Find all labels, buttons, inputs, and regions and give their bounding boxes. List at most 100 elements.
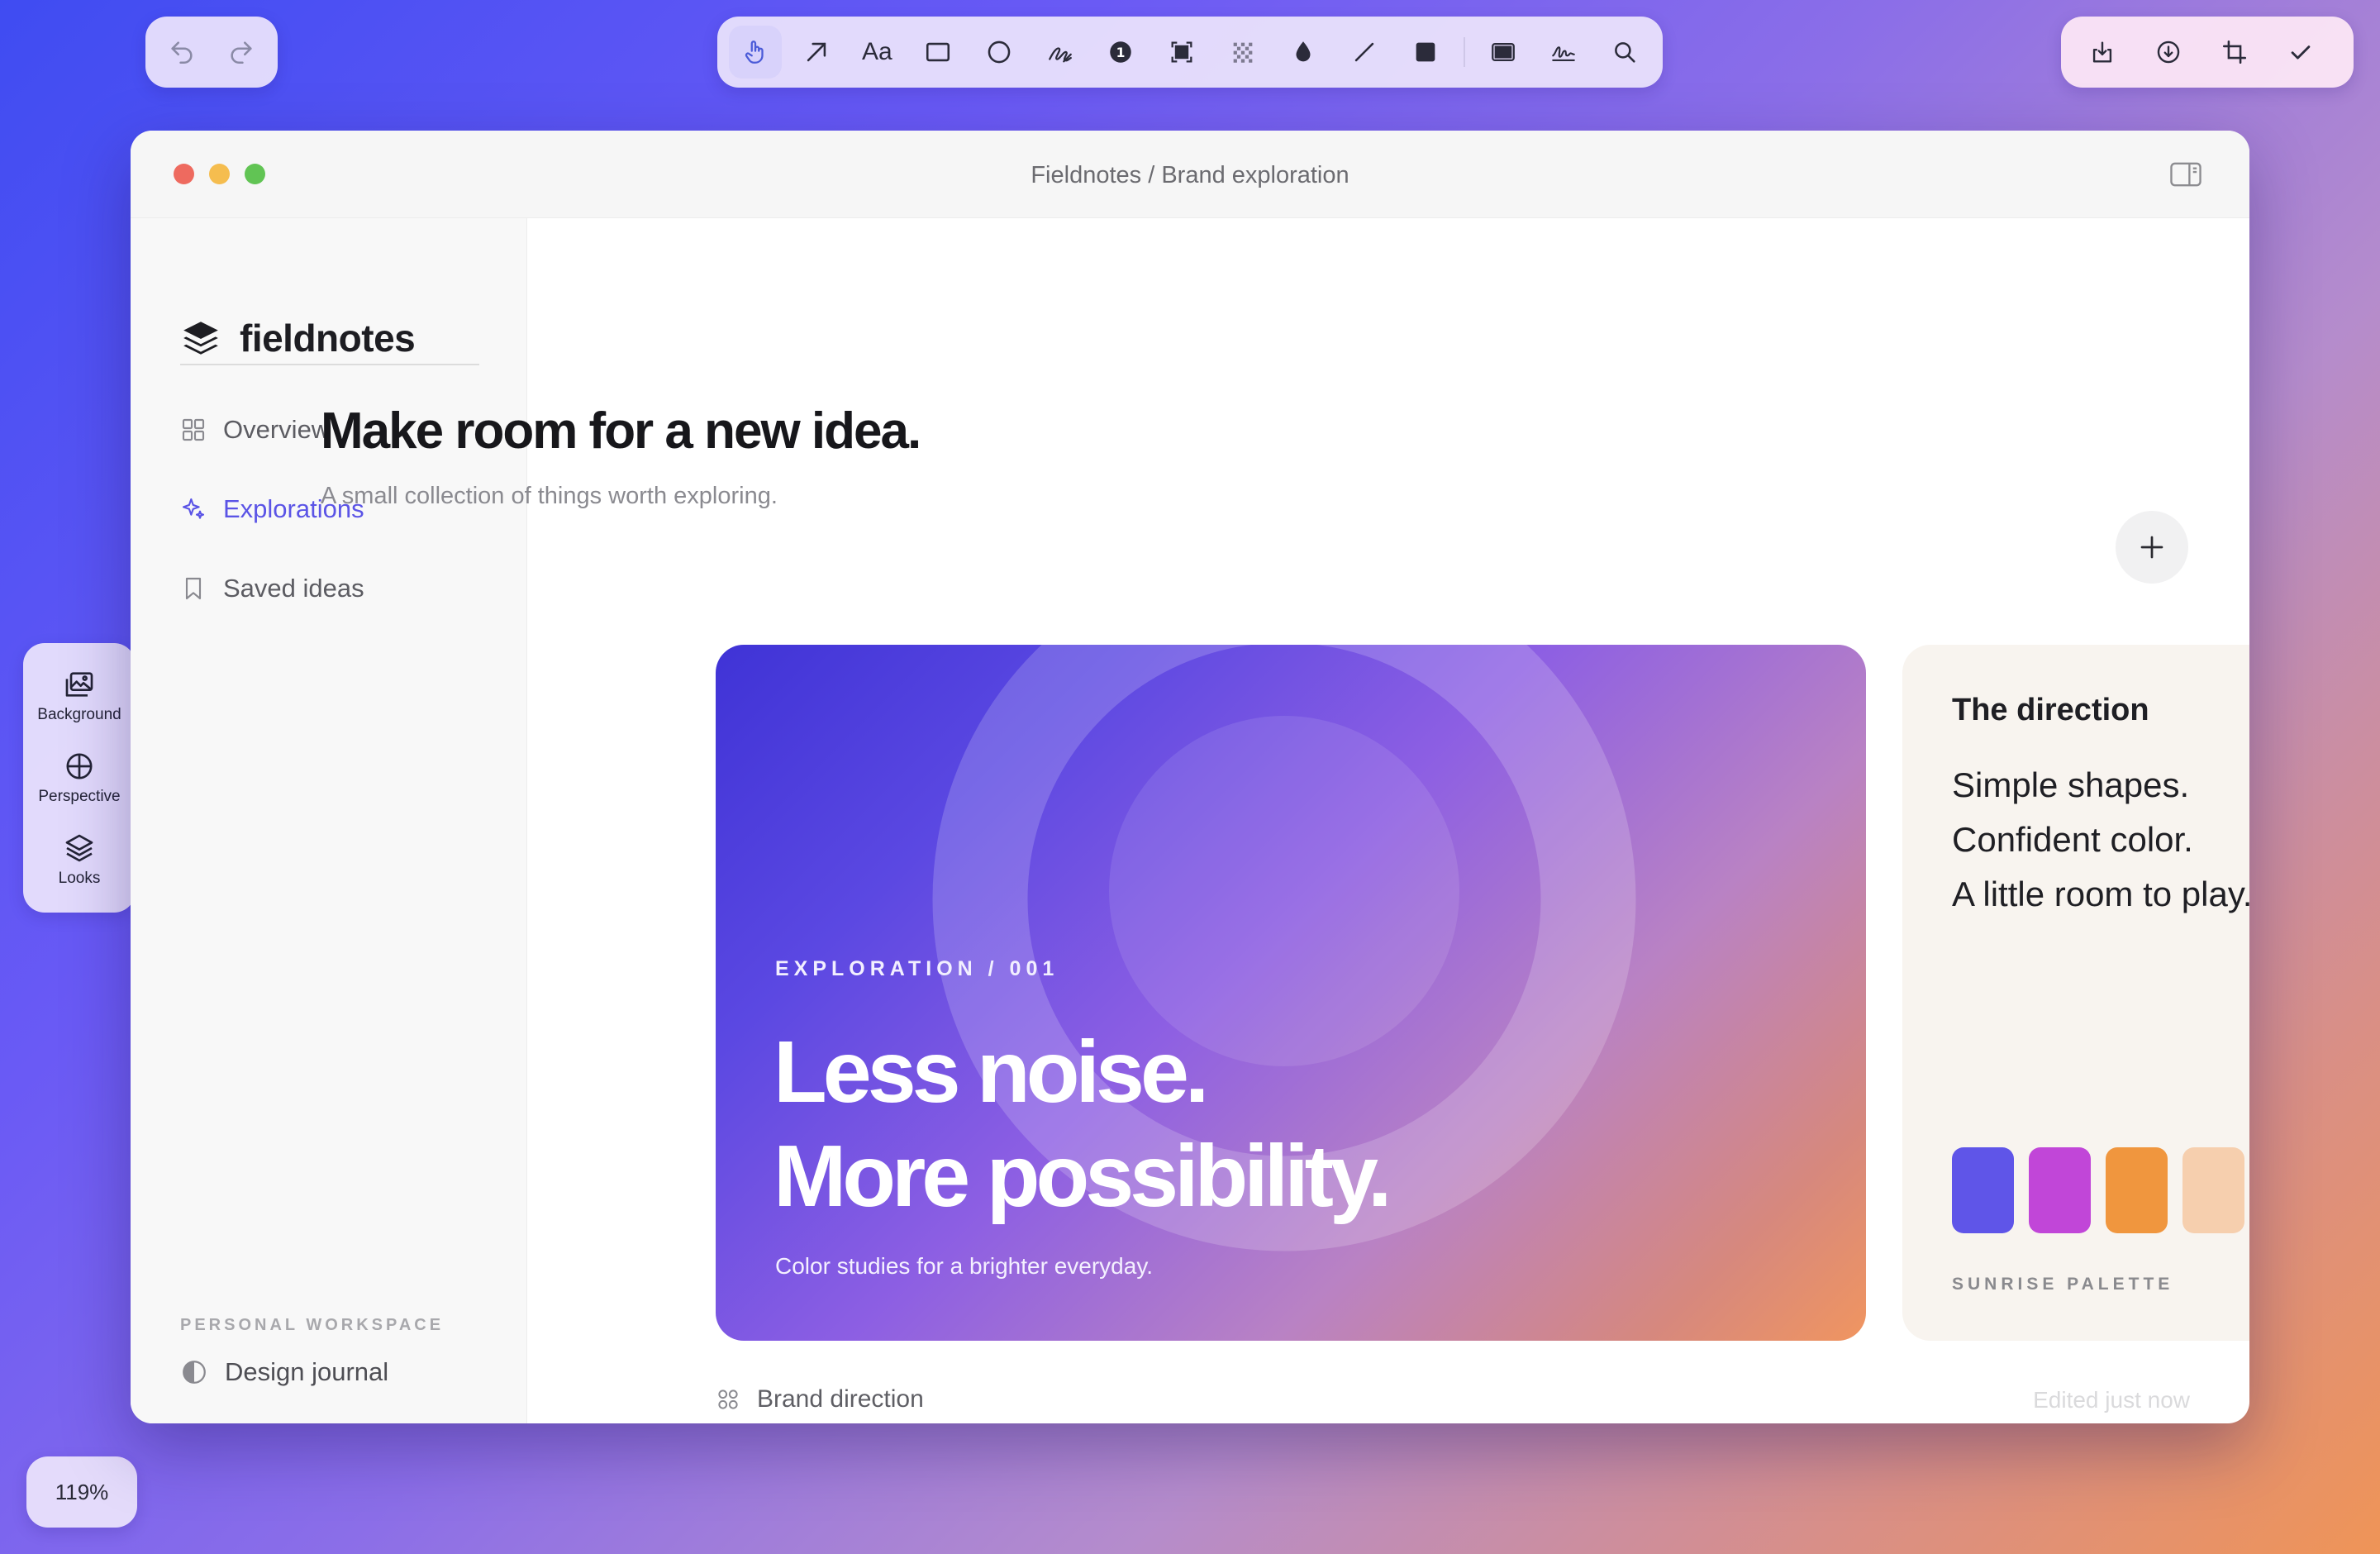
annotation-toolbar: Aa 1 — [717, 17, 1663, 88]
sidebar — [131, 218, 527, 1423]
svg-text:1: 1 — [1116, 45, 1126, 60]
highlight-tool[interactable] — [1155, 26, 1208, 79]
direction-card[interactable]: The direction Simple shapes. Confident c… — [1902, 645, 2249, 1341]
sidebar-item-label: Overview — [223, 415, 331, 444]
crop-button[interactable] — [2208, 26, 2261, 79]
background-icon — [65, 671, 93, 697]
arrow-icon — [807, 42, 826, 62]
direction-lines: Simple shapes. Confident color. A little… — [1952, 765, 2249, 914]
hand-pointer-icon — [745, 41, 764, 64]
window-title: Fieldnotes / Brand exploration — [1031, 162, 1349, 188]
grid-icon — [182, 418, 205, 441]
line-tool[interactable] — [1338, 26, 1391, 79]
hero-card[interactable]: EXPLORATION / 001 Less noise. More possi… — [716, 645, 1866, 1341]
stack-logo-icon — [183, 322, 218, 355]
redo-icon — [231, 41, 252, 64]
collection-label: Brand direction — [757, 1385, 924, 1413]
palette-label: SUNRISE PALETTE — [1952, 1275, 2174, 1294]
looks-button[interactable]: Looks — [58, 832, 101, 888]
crop-icon — [2222, 40, 2247, 64]
sidebar-toggle-icon[interactable] — [2170, 162, 2202, 187]
sidebar-item-saved-ideas[interactable]: Saved ideas — [180, 564, 364, 613]
download-button[interactable] — [2142, 26, 2195, 79]
checkmark-icon — [2291, 45, 2311, 60]
circle-tool[interactable] — [973, 26, 1026, 79]
hand-pointer-tool[interactable] — [729, 26, 782, 79]
looks-label: Looks — [58, 870, 101, 888]
hero-eyebrow: EXPLORATION / 001 — [775, 957, 1059, 980]
circles-grid-icon — [718, 1390, 738, 1409]
blur-tool[interactable] — [1278, 26, 1330, 79]
background-button[interactable]: Background — [37, 668, 121, 724]
sidebar-divider — [180, 364, 479, 365]
hero-caption: Color studies for a brighter everyday. — [775, 1253, 1154, 1279]
direction-line: A little room to play. — [1952, 875, 2249, 913]
workspace-section-label: PERSONAL WORKSPACE — [180, 1316, 445, 1334]
hero-headline-line-1: Less noise. — [774, 1023, 1209, 1121]
brand-name: fieldnotes — [240, 317, 416, 360]
sidebar-item-label: Saved ideas — [223, 574, 364, 603]
save-to-file-button[interactable] — [2076, 26, 2129, 79]
palette-swatches — [1952, 1147, 2244, 1233]
bookmark-icon — [185, 577, 202, 600]
window-icon — [1491, 42, 1515, 62]
counter-icon: 1 — [1110, 41, 1132, 63]
counter-tool[interactable]: 1 — [1094, 26, 1147, 79]
direction-title: The direction — [1952, 693, 2149, 727]
hero-headline-line-2: More possibility. — [774, 1127, 1392, 1225]
background-label: Background — [37, 705, 121, 723]
rectangle-tool[interactable] — [912, 26, 964, 79]
signature-icon — [1552, 46, 1576, 61]
filled-rectangle-tool[interactable] — [1399, 26, 1452, 79]
filled-rectangle-icon — [1416, 42, 1435, 62]
done-button[interactable] — [2274, 26, 2327, 79]
half-circle-icon — [183, 1361, 206, 1384]
save-to-file-icon — [2092, 41, 2112, 63]
plus-icon — [2140, 536, 2163, 559]
direction-line: Confident color. — [1952, 820, 2193, 859]
undo-button[interactable] — [155, 26, 208, 79]
palette-swatch[interactable] — [2106, 1147, 2168, 1233]
magnifier-icon — [1615, 42, 1635, 63]
brand[interactable]: fieldnotes — [180, 316, 416, 360]
text-icon: Aa — [861, 38, 892, 65]
perspective-label: Perspective — [38, 787, 121, 805]
sparkle-icon — [182, 498, 205, 519]
decorative-rings — [932, 645, 1636, 1251]
blur-drop-icon — [1296, 41, 1311, 62]
perspective-button[interactable]: Perspective — [38, 750, 121, 806]
app-window: Fieldnotes / Brand exploration fieldnote… — [131, 131, 2249, 1423]
undo-redo-toolbar — [145, 17, 278, 88]
palette-swatch[interactable] — [2029, 1147, 2091, 1233]
palette-swatch[interactable] — [1952, 1147, 2014, 1233]
workspace-item-design-journal[interactable]: Design journal — [180, 1357, 388, 1387]
side-panel: Background Perspective Looks — [23, 643, 136, 913]
add-button[interactable] — [2116, 511, 2188, 584]
zoom-level[interactable]: 119% — [26, 1456, 137, 1528]
text-tool[interactable]: Aa — [850, 26, 903, 79]
line-icon — [1355, 42, 1374, 62]
window-tool[interactable] — [1477, 26, 1530, 79]
title-bar: Fieldnotes / Brand exploration — [131, 131, 2249, 218]
download-icon — [2157, 41, 2180, 64]
magnifier-tool[interactable] — [1598, 26, 1651, 79]
collection-link[interactable]: Brand direction — [716, 1385, 924, 1413]
freehand-icon — [1048, 47, 1072, 63]
signature-tool[interactable] — [1538, 26, 1591, 79]
page-subtitle: A small collection of things worth explo… — [321, 483, 778, 509]
workspace-item-label: Design journal — [225, 1357, 389, 1386]
toolbar-separator — [1463, 37, 1465, 67]
edit-status: Edited just now — [2033, 1387, 2190, 1413]
freehand-tool[interactable] — [1034, 26, 1087, 79]
highlight-icon — [1171, 41, 1192, 63]
palette-swatch[interactable] — [2182, 1147, 2244, 1233]
direction-line: Simple shapes. — [1952, 765, 2190, 804]
arrow-tool[interactable] — [790, 26, 843, 79]
rectangle-icon — [926, 42, 950, 62]
pixelate-icon — [1233, 42, 1253, 63]
pixelate-tool[interactable] — [1216, 26, 1269, 79]
undo-icon — [171, 41, 193, 64]
layers-icon — [65, 834, 93, 862]
redo-button[interactable] — [215, 26, 268, 79]
page-title: Make room for a new idea. — [321, 403, 921, 460]
